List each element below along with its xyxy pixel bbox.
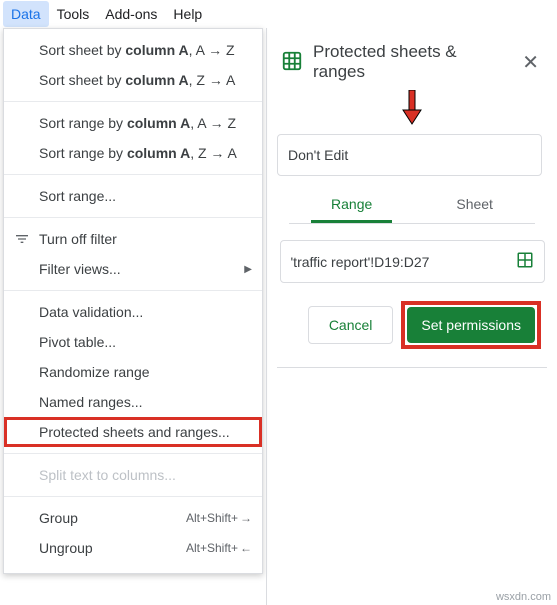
separator bbox=[4, 453, 262, 454]
close-icon[interactable]: ✕ bbox=[518, 50, 543, 75]
annotation-highlight: Set permissions bbox=[401, 301, 541, 349]
sort-sheet-az[interactable]: Sort sheet by column A, A → Z bbox=[4, 35, 262, 65]
panel-header: Protected sheets & ranges ✕ bbox=[277, 42, 547, 82]
sort-sheet-za[interactable]: Sort sheet by column A, Z → A bbox=[4, 65, 262, 95]
shortcut-label: Alt+Shift+→ bbox=[186, 511, 252, 525]
sort-range[interactable]: Sort range... bbox=[4, 181, 262, 211]
menu-tools[interactable]: Tools bbox=[49, 1, 98, 27]
description-input[interactable] bbox=[277, 134, 542, 176]
shortcut-label: Alt+Shift+← bbox=[186, 541, 252, 555]
menu-addons[interactable]: Add-ons bbox=[97, 1, 165, 27]
set-permissions-button[interactable]: Set permissions bbox=[407, 307, 535, 343]
tabs: Range Sheet bbox=[289, 188, 535, 224]
sort-range-az[interactable]: Sort range by column A, A → Z bbox=[4, 108, 262, 138]
chevron-right-icon: ▶ bbox=[244, 264, 252, 275]
filter-views[interactable]: Filter views... ▶ bbox=[4, 254, 262, 284]
separator bbox=[4, 101, 262, 102]
arrow-left-icon: ← bbox=[240, 541, 252, 555]
button-row: Cancel Set permissions bbox=[283, 301, 541, 349]
pivot-table[interactable]: Pivot table... bbox=[4, 327, 262, 357]
separator bbox=[277, 367, 547, 368]
range-input[interactable]: 'traffic report'!D19:D27 bbox=[280, 240, 545, 283]
separator bbox=[4, 174, 262, 175]
separator bbox=[4, 496, 262, 497]
watermark: wsxdn.com bbox=[496, 591, 551, 603]
group[interactable]: Group Alt+Shift+→ bbox=[4, 503, 262, 533]
sheets-icon bbox=[281, 50, 303, 75]
data-validation[interactable]: Data validation... bbox=[4, 297, 262, 327]
menu-data[interactable]: Data bbox=[3, 1, 49, 27]
tab-range[interactable]: Range bbox=[311, 188, 392, 223]
filter-icon bbox=[14, 231, 30, 247]
tab-sheet[interactable]: Sheet bbox=[436, 188, 513, 223]
sort-range-za[interactable]: Sort range by column A, Z → A bbox=[4, 138, 262, 168]
annotation-arrow-icon bbox=[400, 90, 424, 126]
ungroup[interactable]: Ungroup Alt+Shift+← bbox=[4, 533, 262, 563]
arrow-right-icon: → bbox=[240, 511, 252, 525]
protected-sheets-ranges[interactable]: Protected sheets and ranges... bbox=[4, 417, 262, 447]
split-text-to-columns: Split text to columns... bbox=[4, 460, 262, 490]
cancel-button[interactable]: Cancel bbox=[308, 306, 394, 344]
separator bbox=[4, 217, 262, 218]
turn-off-filter[interactable]: Turn off filter bbox=[4, 224, 262, 254]
panel-title: Protected sheets & ranges bbox=[313, 42, 508, 82]
named-ranges[interactable]: Named ranges... bbox=[4, 387, 262, 417]
protected-ranges-panel: Protected sheets & ranges ✕ Range Sheet … bbox=[266, 28, 557, 605]
range-value: 'traffic report'!D19:D27 bbox=[291, 254, 430, 270]
menu-bar: Data Tools Add-ons Help bbox=[0, 0, 557, 28]
data-dropdown-menu: Sort sheet by column A, A → Z Sort sheet… bbox=[3, 28, 263, 574]
grid-select-icon[interactable] bbox=[516, 251, 534, 272]
menu-help[interactable]: Help bbox=[165, 1, 210, 27]
randomize-range[interactable]: Randomize range bbox=[4, 357, 262, 387]
separator bbox=[4, 290, 262, 291]
